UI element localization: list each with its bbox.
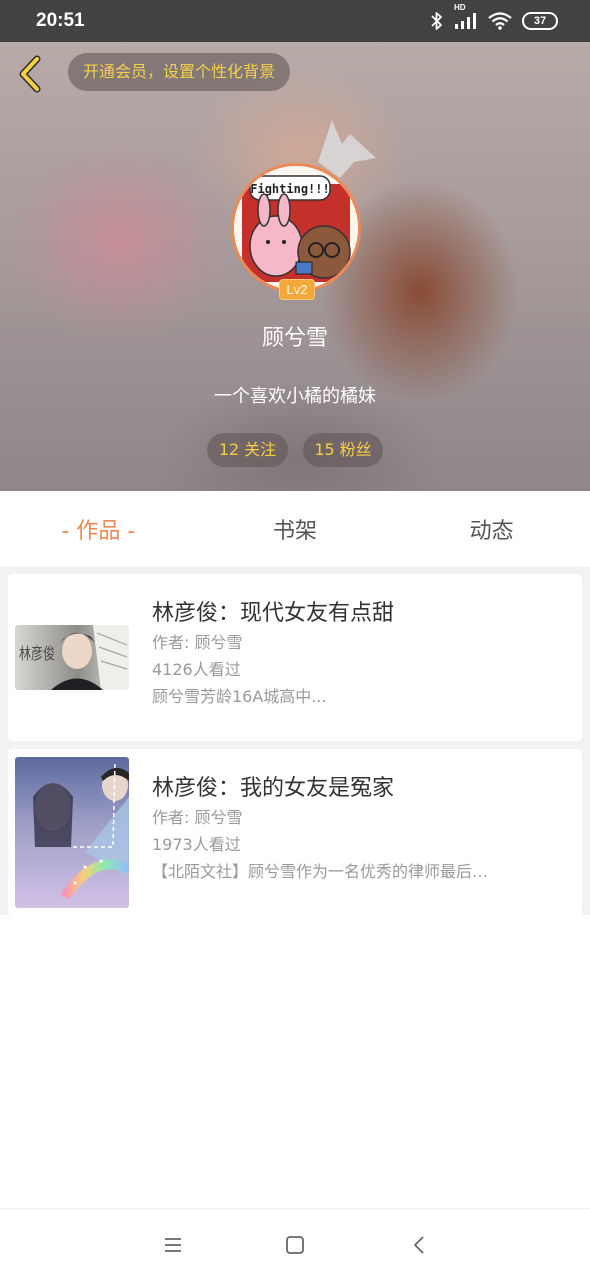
followers-label: 粉丝 (339, 440, 372, 459)
bluetooth-icon (430, 11, 444, 31)
work-summary: 【北陌文社】顾兮雪作为一名优秀的律师最后… (152, 862, 489, 881)
back-icon (414, 1236, 424, 1254)
work-views: 4126人看过 (152, 660, 241, 679)
chevron-left-icon (19, 55, 41, 93)
tab-bookshelf[interactable]: 书架 (197, 513, 394, 545)
signal-icon: HD (454, 3, 478, 30)
tab-activity[interactable]: 动态 (393, 513, 590, 545)
status-bar: 20:51 HD 37 (0, 0, 590, 42)
work-summary: 顾兮雪芳龄16A城高中... (152, 687, 327, 706)
vip-background-prompt[interactable]: 开通会员，设置个性化背景 (68, 53, 291, 91)
battery-level: 37 (533, 15, 547, 27)
system-nav-bar (0, 1208, 590, 1280)
work-views: 1973人看过 (152, 835, 241, 854)
work-title: 林彦俊：我的女友是冤家 (152, 776, 395, 801)
following-label: 关注 (244, 440, 277, 459)
following-count: 12 (218, 440, 240, 459)
work-card[interactable]: 林彦俊 林彦俊：现代女友有点甜 作者: 顾兮雪 4126人看过 顾兮雪芳龄16A… (8, 574, 582, 741)
tab-works[interactable]: - 作品 - (0, 513, 197, 545)
avatar-wrap[interactable]: Fighting!!! Lv2 (231, 163, 361, 300)
avatar[interactable]: Fighting!!! (231, 163, 361, 293)
followers-count: 15 (314, 440, 335, 459)
home-icon (286, 1236, 304, 1254)
cover-image (15, 757, 129, 908)
username: 顾兮雪 (261, 326, 328, 351)
followers-count-button[interactable]: 15 粉丝 (303, 433, 383, 467)
work-author: 作者: 顾兮雪 (152, 808, 243, 827)
work-cover (15, 757, 129, 908)
wifi-icon (488, 12, 512, 30)
level-badge: Lv2 (279, 279, 315, 300)
menu-icon (165, 1238, 181, 1252)
back-nav-button[interactable] (405, 1231, 433, 1259)
cover-image: 林彦俊 (15, 625, 129, 690)
back-button[interactable] (12, 54, 48, 94)
status-icons: HD 37 (430, 3, 558, 31)
battery-icon: 37 (522, 12, 558, 30)
work-title: 林彦俊：现代女友有点甜 (152, 601, 395, 626)
network-label: HD (454, 3, 466, 12)
menu-button[interactable] (159, 1231, 187, 1259)
bio: 一个喜欢小橘的橘妹 (214, 386, 376, 407)
status-time: 20:51 (36, 10, 85, 31)
work-cover: 林彦俊 (15, 625, 129, 690)
profile-header: 开通会员，设置个性化背景 Fighting!!! Lv2 顾兮雪 一个喜欢小橘的… (0, 42, 590, 491)
profile-tabs: - 作品 - 书架 动态 (0, 491, 590, 567)
following-count-button[interactable]: 12 关注 (207, 433, 288, 467)
work-author: 作者: 顾兮雪 (152, 633, 243, 652)
home-button[interactable] (281, 1231, 309, 1259)
cover-title: 林彦俊 (19, 644, 55, 663)
work-card[interactable]: 林彦俊：我的女友是冤家 作者: 顾兮雪 1973人看过 【北陌文社】顾兮雪作为一… (8, 749, 582, 915)
avatar-illustration: Fighting!!! (234, 166, 358, 290)
